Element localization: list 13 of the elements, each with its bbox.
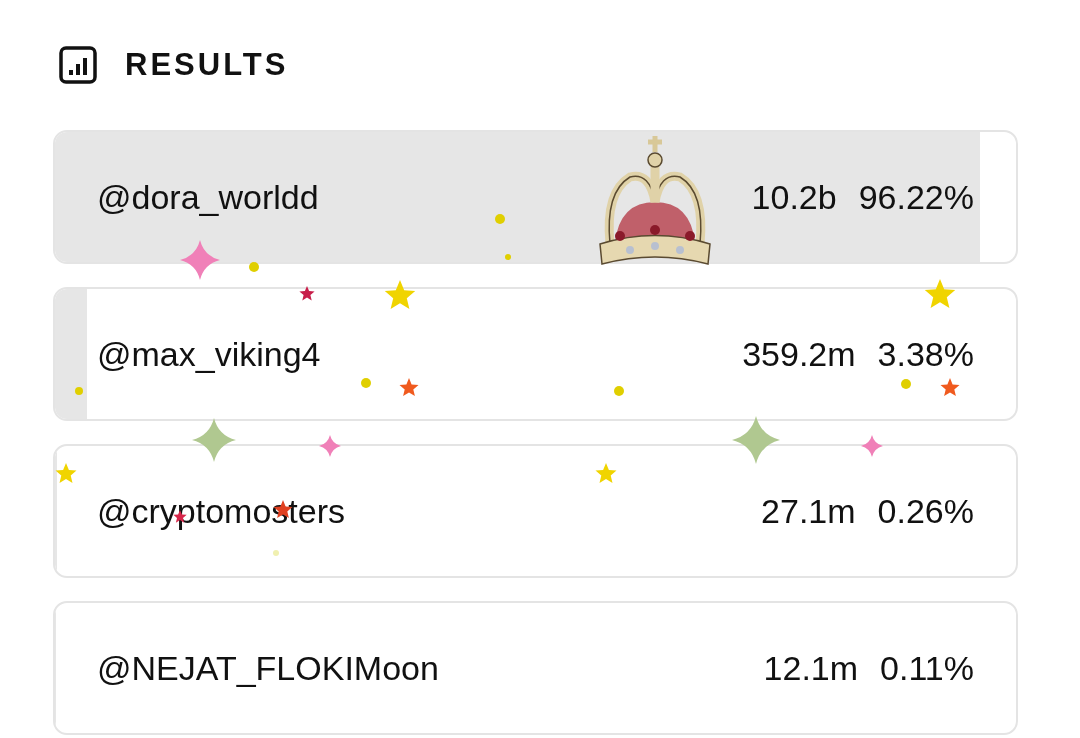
- chart-icon: [59, 46, 97, 84]
- vote-amount: 27.1m: [761, 491, 856, 531]
- results-title: RESULTS: [125, 47, 289, 83]
- vote-percent: 0.11%: [880, 648, 974, 688]
- vote-amount: 10.2b: [751, 177, 837, 217]
- username: @max_viking4: [97, 334, 322, 374]
- vote-amount: 359.2m: [742, 334, 856, 374]
- vote-percent: 96.22%: [858, 177, 974, 217]
- username: @dora_worldd: [97, 177, 320, 217]
- vote-percent: 0.26%: [877, 491, 974, 531]
- username: @NEJAT_FLOKIMoon: [97, 648, 440, 688]
- vote-percent: 3.38%: [877, 334, 974, 374]
- vote-amount: 12.1m: [763, 648, 859, 688]
